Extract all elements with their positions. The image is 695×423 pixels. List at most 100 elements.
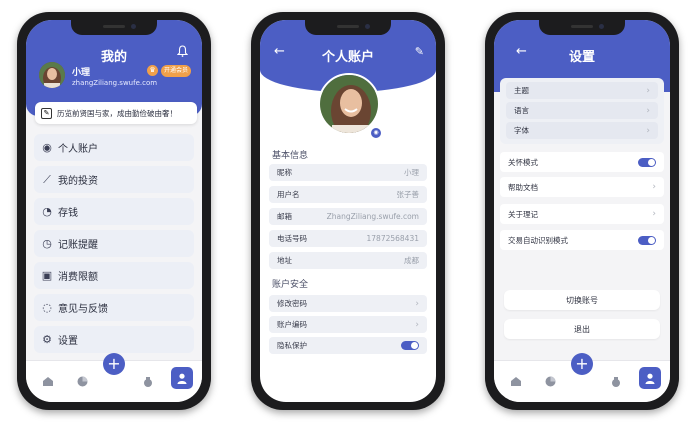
crown-icon: ♛ xyxy=(147,65,158,76)
menu-item-label: 消费限额 xyxy=(58,272,98,283)
menu-item-settings[interactable]: ⚙ 设置 xyxy=(34,326,194,353)
notch xyxy=(305,20,391,35)
menu-item-feedback[interactable]: ◌ 意见与反馈 xyxy=(34,294,194,321)
menu-item-reminder[interactable]: ◷ 记账提醒 xyxy=(34,230,194,257)
page-title: 设置 xyxy=(568,50,595,65)
settings-row-auto-detect[interactable]: 交易自动识别模式 xyxy=(500,230,664,250)
chevron-right-icon: › xyxy=(652,209,656,219)
menu-item-label: 个人账户 xyxy=(58,144,98,155)
settings-row-help[interactable]: 帮助文档 › xyxy=(500,177,664,197)
field-value: 成都 xyxy=(404,256,419,265)
piggy-bank-icon: ◔ xyxy=(42,205,52,218)
row-label: 修改密码 xyxy=(277,299,307,308)
chevron-right-icon: › xyxy=(646,85,650,96)
profile-photo[interactable] xyxy=(318,73,380,135)
chevron-right-icon: › xyxy=(646,125,650,136)
privacy-toggle[interactable] xyxy=(401,341,419,350)
menu-item-limit[interactable]: ▣ 消费限额 xyxy=(34,262,194,289)
field-row-nickname[interactable]: 昵称 小理 xyxy=(269,164,427,181)
field-row-phone[interactable]: 电话号码 17872568431 xyxy=(269,230,427,247)
menu-item-label: 记账提醒 xyxy=(58,240,98,251)
settings-row-about[interactable]: 关于理记 › xyxy=(500,204,664,224)
settings-row-language[interactable]: 语言 › xyxy=(506,102,658,119)
tab-bar: + xyxy=(494,353,670,402)
menu-item-investment[interactable]: ⟋ 我的投资 xyxy=(34,166,194,193)
care-mode-toggle[interactable] xyxy=(638,157,656,167)
screen-settings: ← 设置 主题 › 语言 › 字体 › 关怀模式 帮助文档 › 关于理记 › 交易自动识别… xyxy=(494,20,670,402)
user-circle-icon: ◉ xyxy=(42,141,52,154)
slogan-card: ✎ 历览前贤国与家，成由勤俭破由奢！ xyxy=(35,102,197,124)
menu-item-account[interactable]: ◉ 个人账户 xyxy=(34,134,194,161)
field-row-address[interactable]: 地址 成都 xyxy=(269,252,427,269)
phone-account: ← 个人账户 ✎ ◉ 基本信息 昵称 小理 用户名 张子善 邮箱 ZhangZilia… xyxy=(251,12,445,410)
settings-row-theme[interactable]: 主题 › xyxy=(506,82,658,99)
pencil-icon: ✎ xyxy=(41,107,52,119)
menu-item-label: 意见与反馈 xyxy=(58,304,108,315)
notch xyxy=(539,20,625,35)
security-row-password[interactable]: 修改密码 › xyxy=(269,295,427,312)
field-value: 张子善 xyxy=(396,190,420,199)
screen-account: ← 个人账户 ✎ ◉ 基本信息 昵称 小理 用户名 张子善 邮箱 ZhangZilia… xyxy=(260,20,436,402)
vip-button[interactable]: 开通会员 xyxy=(161,65,191,77)
row-label: 交易自动识别模式 xyxy=(508,235,568,245)
camera-icon[interactable]: ◉ xyxy=(370,127,382,139)
field-value: 小理 xyxy=(404,168,419,177)
chat-bubble-icon: ◌ xyxy=(42,301,52,314)
row-label: 账户编码 xyxy=(277,320,307,329)
phone-mine: 我的 小理 zhangZiliang.swufe.com ♛ 开通会员 ✎ 历览… xyxy=(17,12,211,410)
money-bag-icon[interactable] xyxy=(608,373,624,389)
settings-row-font[interactable]: 字体 › xyxy=(506,122,658,139)
auto-detect-toggle[interactable] xyxy=(638,235,656,245)
user-email: zhangZiliang.swufe.com xyxy=(72,79,158,87)
field-value: 17872568431 xyxy=(366,234,420,243)
settings-row-care-mode[interactable]: 关怀模式 xyxy=(500,152,664,172)
profile-tab[interactable] xyxy=(171,367,193,389)
chart-line-icon: ⟋ xyxy=(43,172,51,186)
chevron-right-icon: › xyxy=(652,182,656,192)
avatar[interactable] xyxy=(39,62,65,88)
user-name: 小理 xyxy=(72,68,91,78)
tab-bar: + xyxy=(26,353,202,402)
money-bag-icon[interactable] xyxy=(140,373,156,389)
pie-chart-icon[interactable] xyxy=(74,373,90,389)
profile-tab[interactable] xyxy=(639,367,661,389)
security-row-account-code[interactable]: 账户编码 › xyxy=(269,316,427,333)
field-label: 地址 xyxy=(277,256,292,265)
home-icon[interactable] xyxy=(508,373,524,389)
menu-item-label: 设置 xyxy=(58,336,78,347)
row-label: 帮助文档 xyxy=(508,182,538,192)
home-icon[interactable] xyxy=(40,373,56,389)
field-row-email[interactable]: 邮箱 ZhangZiliang.swufe.com xyxy=(269,208,427,225)
row-label: 关怀模式 xyxy=(508,157,538,167)
gear-icon: ⚙ xyxy=(42,333,52,346)
field-label: 用户名 xyxy=(277,190,300,199)
section-basic-info: 基本信息 xyxy=(272,151,309,161)
field-label: 昵称 xyxy=(277,168,292,177)
alarm-clock-icon: ◷ xyxy=(42,237,52,250)
menu-item-label: 我的投资 xyxy=(58,176,98,187)
notch xyxy=(71,20,157,35)
logout-button[interactable]: 退出 xyxy=(504,319,660,339)
row-label: 字体 xyxy=(514,126,529,135)
menu-item-label: 存钱 xyxy=(58,208,78,219)
pie-chart-icon[interactable] xyxy=(542,373,558,389)
chevron-right-icon: › xyxy=(415,319,419,330)
menu-item-savings[interactable]: ◔ 存钱 xyxy=(34,198,194,225)
field-value: ZhangZiliang.swufe.com xyxy=(326,212,419,221)
row-label: 主题 xyxy=(514,86,529,95)
row-label: 隐私保护 xyxy=(277,341,307,350)
switch-account-button[interactable]: 切换账号 xyxy=(504,290,660,310)
field-row-username[interactable]: 用户名 张子善 xyxy=(269,186,427,203)
add-button[interactable]: + xyxy=(103,353,125,375)
chevron-right-icon: › xyxy=(415,298,419,309)
edit-icon[interactable]: ✎ xyxy=(415,45,424,58)
add-button[interactable]: + xyxy=(571,353,593,375)
bell-icon[interactable] xyxy=(176,45,189,60)
security-row-privacy[interactable]: 隐私保护 xyxy=(269,337,427,354)
section-account-security: 账户安全 xyxy=(272,280,309,290)
chevron-right-icon: › xyxy=(646,105,650,116)
page-title: 个人账户 xyxy=(321,50,374,65)
slogan-text: 历览前贤国与家，成由勤俭破由奢！ xyxy=(57,108,177,118)
row-label: 语言 xyxy=(514,106,529,115)
screen-mine: 我的 小理 zhangZiliang.swufe.com ♛ 开通会员 ✎ 历览… xyxy=(26,20,202,402)
